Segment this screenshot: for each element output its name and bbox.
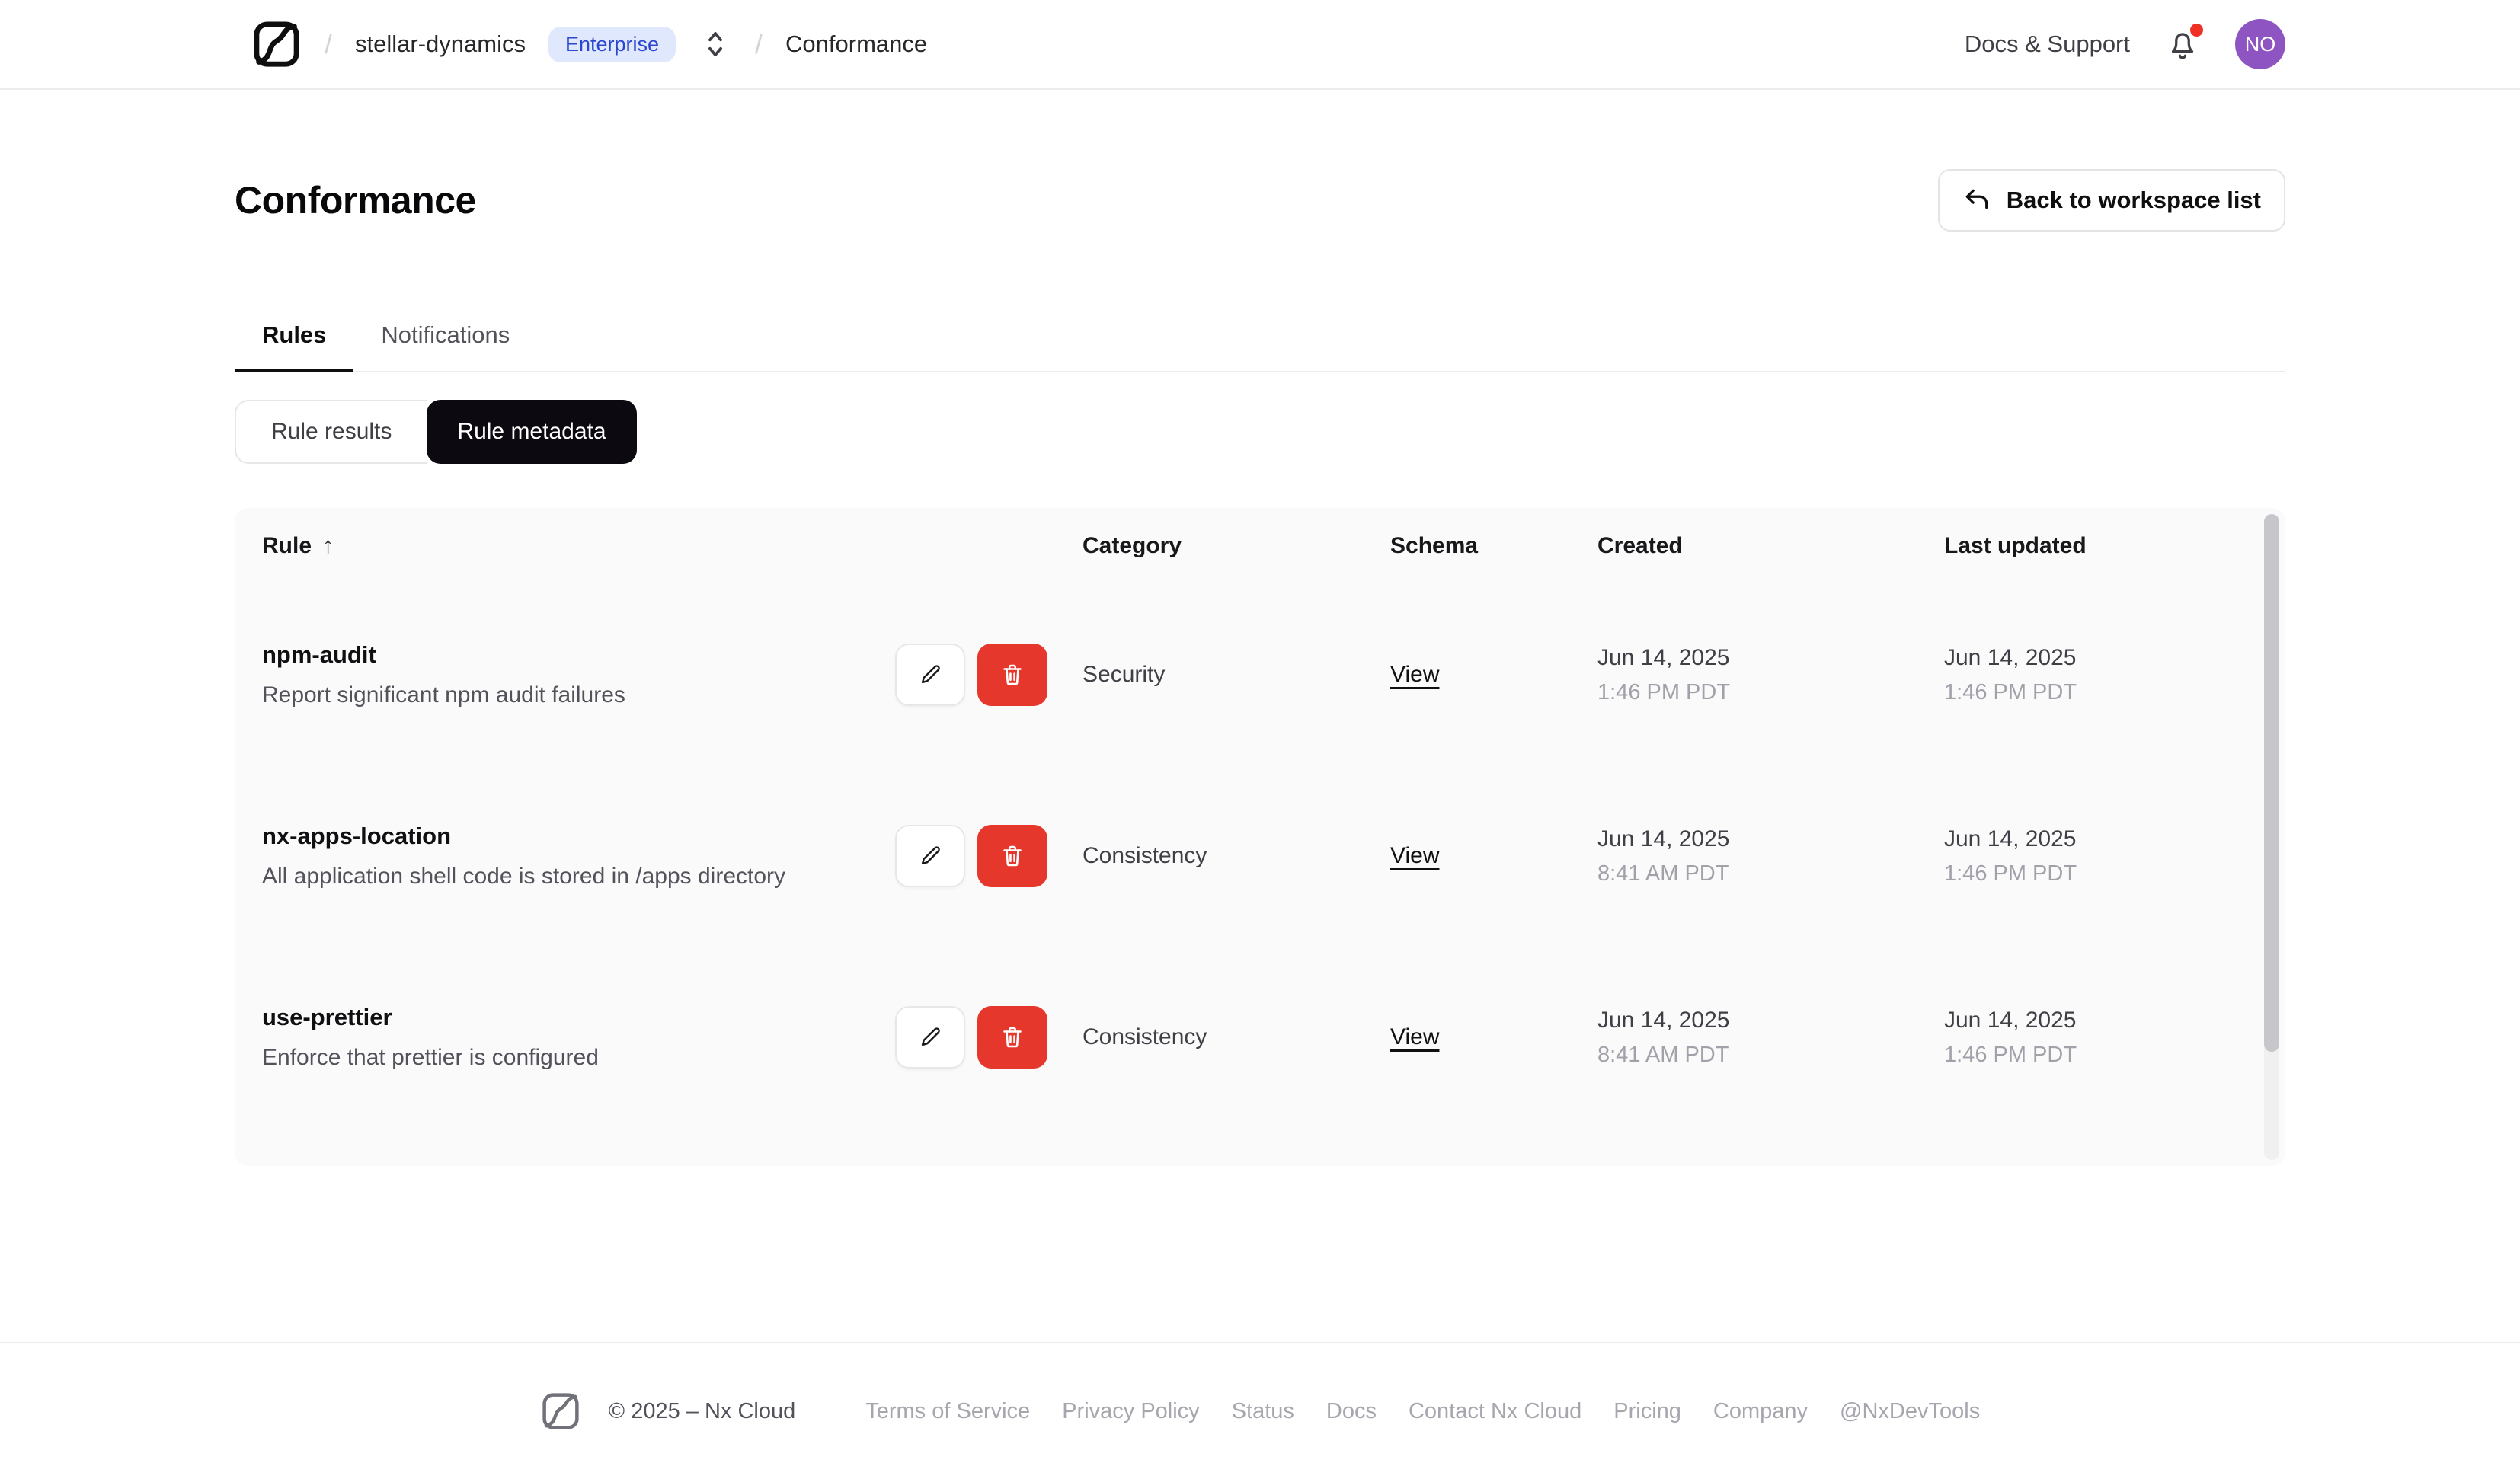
rule-view-segmented-control: Rule results Rule metadata [235, 400, 2285, 464]
nx-cloud-logo-icon[interactable] [251, 19, 302, 69]
tab-notifications[interactable]: Notifications [353, 321, 537, 372]
pencil-icon [921, 665, 940, 684]
top-navbar: / stellar-dynamics Enterprise / Conforma… [0, 0, 2520, 90]
rule-results-toggle[interactable]: Rule results [235, 400, 427, 464]
rule-category: Consistency [1083, 1024, 1207, 1049]
page-title: Conformance [235, 179, 476, 222]
rule-metadata-toggle[interactable]: Rule metadata [427, 400, 637, 464]
updated-time: 1:46 PM PDT [1944, 861, 2077, 886]
workspace-name[interactable]: stellar-dynamics [355, 30, 526, 58]
footer-link-pricing[interactable]: Pricing [1613, 1399, 1681, 1424]
copyright-text: © 2025 – Nx Cloud [608, 1398, 796, 1423]
navbar-actions: Docs & Support NO [1965, 19, 2285, 69]
table-row: npm-audit Report significant npm audit f… [235, 584, 2285, 765]
user-avatar[interactable]: NO [2235, 19, 2285, 69]
schema-view-link[interactable]: View [1390, 843, 1439, 868]
return-arrow-icon [1965, 189, 1988, 209]
edit-rule-button[interactable] [895, 1006, 965, 1069]
tab-rules[interactable]: Rules [235, 321, 354, 372]
column-header-schema: Schema [1390, 533, 1479, 558]
rule-description: All application shell code is stored in … [262, 864, 786, 889]
updated-date: Jun 14, 2025 [1944, 644, 2077, 670]
updated-date: Jun 14, 2025 [1944, 826, 2077, 851]
column-header-category: Category [1083, 533, 1182, 558]
created-date: Jun 14, 2025 [1597, 1007, 1730, 1033]
page-footer: © 2025 – Nx Cloud Terms of Service Priva… [0, 1342, 2520, 1479]
back-to-workspace-list-button[interactable]: Back to workspace list [1937, 169, 2285, 232]
docs-support-link[interactable]: Docs & Support [1965, 30, 2130, 58]
chevron-up-down-icon [708, 31, 722, 57]
delete-rule-button[interactable] [977, 644, 1047, 706]
rule-description: Report significant npm audit failures [262, 682, 625, 708]
footer-link-twitter[interactable]: @NxDevTools [1840, 1399, 1980, 1424]
rule-name: use-prettier [262, 1004, 392, 1030]
app-window: / stellar-dynamics Enterprise / Conforma… [0, 0, 2520, 1479]
rule-name: nx-apps-location [262, 823, 452, 849]
edit-rule-button[interactable] [895, 644, 965, 706]
column-header-rule[interactable]: Rule ↑ [235, 533, 1083, 559]
footer-nx-logo-icon [540, 1391, 581, 1432]
created-time: 1:46 PM PDT [1597, 679, 1731, 704]
trash-icon [1003, 1027, 1022, 1048]
sort-ascending-icon: ↑ [322, 533, 334, 558]
footer-links: Terms of Service Privacy Policy Status D… [865, 1399, 1980, 1424]
table-scrollbar[interactable] [2264, 514, 2279, 1160]
footer-link-docs[interactable]: Docs [1326, 1399, 1377, 1424]
created-time: 8:41 AM PDT [1597, 1042, 1729, 1067]
trash-icon [1003, 664, 1022, 685]
footer-link-terms[interactable]: Terms of Service [865, 1399, 1030, 1424]
tab-bar: Rules Notifications [235, 321, 2285, 372]
plan-badge: Enterprise [548, 26, 676, 62]
breadcrumb-separator: / [325, 28, 333, 59]
footer-link-privacy[interactable]: Privacy Policy [1062, 1399, 1200, 1424]
footer-link-company[interactable]: Company [1713, 1399, 1808, 1424]
updated-date: Jun 14, 2025 [1944, 1007, 2077, 1033]
schema-view-link[interactable]: View [1390, 662, 1439, 687]
delete-rule-button[interactable] [977, 1006, 1047, 1069]
footer-link-contact[interactable]: Contact Nx Cloud [1409, 1399, 1581, 1424]
footer-link-status[interactable]: Status [1232, 1399, 1294, 1424]
created-time: 8:41 AM PDT [1597, 861, 1729, 886]
created-date: Jun 14, 2025 [1597, 644, 1730, 670]
schema-view-link[interactable]: View [1390, 1024, 1439, 1049]
pencil-icon [921, 846, 940, 865]
rule-category: Consistency [1083, 843, 1207, 868]
delete-rule-button[interactable] [977, 825, 1047, 887]
page-header: Conformance Back to workspace list [235, 169, 2285, 232]
rule-name: npm-audit [262, 641, 376, 668]
table-row: nx-apps-location All application shell c… [235, 765, 2285, 947]
breadcrumb: / stellar-dynamics Enterprise / Conforma… [251, 19, 927, 69]
breadcrumb-separator: / [755, 28, 763, 59]
notification-dot [2190, 24, 2203, 37]
column-header-last-updated: Last updated [1944, 533, 2087, 558]
column-header-created: Created [1597, 533, 1683, 558]
back-button-label: Back to workspace list [2006, 187, 2261, 213]
main-area: Conformance Back to workspace list Rules… [0, 90, 2520, 1342]
created-date: Jun 14, 2025 [1597, 826, 1730, 851]
rule-category: Security [1083, 662, 1166, 687]
edit-rule-button[interactable] [895, 825, 965, 887]
notifications-bell-button[interactable] [2165, 24, 2203, 63]
trash-icon [1003, 845, 1022, 867]
table-row: use-prettier Enforce that prettier is co… [235, 947, 2285, 1128]
table-header-row: Rule ↑ Category Schema Created Last upda… [235, 508, 2285, 584]
scrollbar-thumb[interactable] [2264, 514, 2279, 1052]
pencil-icon [921, 1027, 940, 1046]
rule-description: Enforce that prettier is configured [262, 1045, 599, 1070]
page-crumb: Conformance [785, 30, 928, 57]
updated-time: 1:46 PM PDT [1944, 1042, 2077, 1067]
rules-table: Rule ↑ Category Schema Created Last upda… [235, 508, 2285, 1166]
updated-time: 1:46 PM PDT [1944, 679, 2077, 704]
workspace-switcher-button[interactable] [699, 24, 732, 64]
